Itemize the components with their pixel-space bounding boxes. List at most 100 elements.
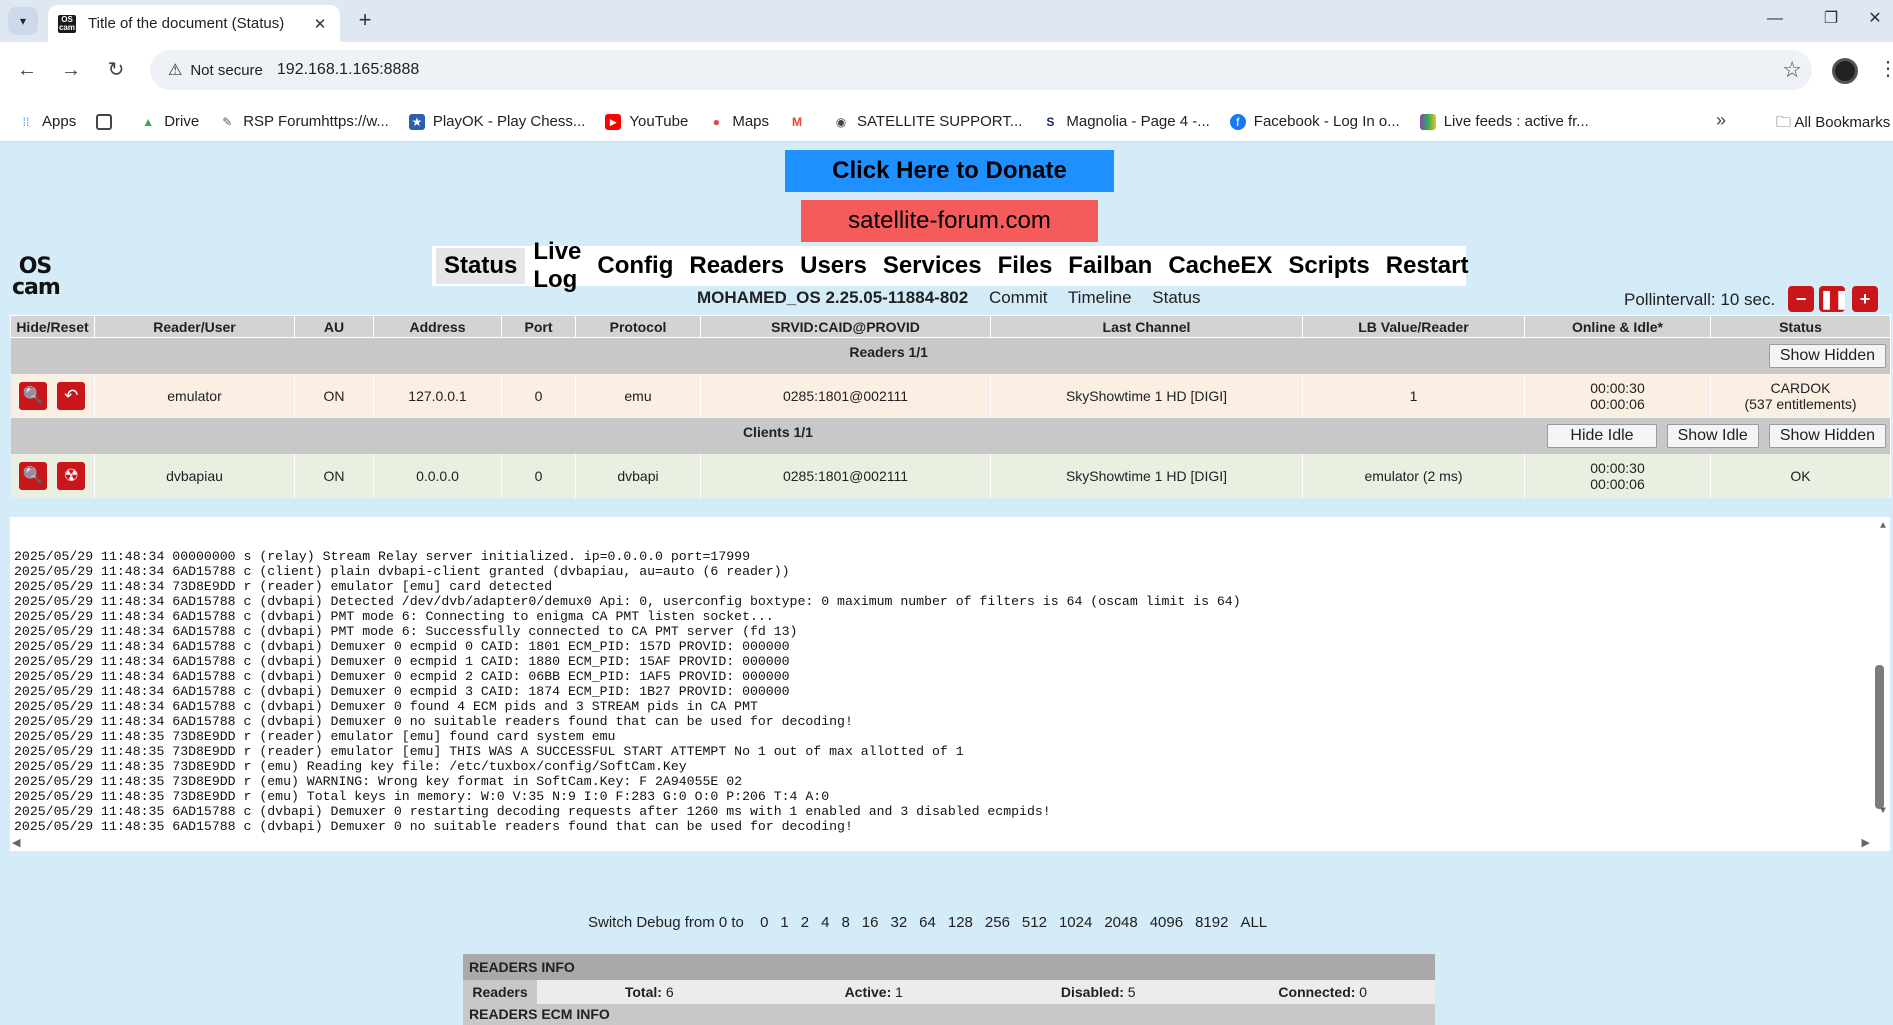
browser-toolbar: ← → ↻ ⚠ Not secure 192.168.1.165:8888 ☆ … (0, 42, 1893, 102)
bookmark-star-icon[interactable]: ☆ (1782, 57, 1802, 83)
debug-level-link[interactable]: 512 (1022, 914, 1047, 931)
poll-pause-button[interactable]: ❚❚ (1819, 286, 1849, 312)
more-bookmarks-icon[interactable]: » (1716, 110, 1726, 131)
scroll-right-icon[interactable]: ▶ (1862, 836, 1870, 849)
facebook-icon: f (1229, 113, 1246, 130)
menu-restart[interactable]: Restart (1378, 248, 1477, 284)
poll-interval: Pollintervall: 10 sec. (1624, 290, 1776, 309)
hide-idle-button[interactable]: Hide Idle (1547, 423, 1657, 448)
reader-address: 127.0.0.1 (373, 373, 502, 418)
address-bar[interactable]: ⚠ Not secure 192.168.1.165:8888 ☆ (150, 50, 1812, 90)
bookmark-drive[interactable]: ▲ Drive (140, 113, 199, 130)
bookmark-magnolia[interactable]: S Magnolia - Page 4 -... (1042, 113, 1209, 130)
debug-level-link[interactable]: 8 (841, 914, 849, 931)
debug-level-link[interactable]: 4 (821, 914, 829, 931)
forward-button[interactable]: → (56, 55, 86, 85)
debug-level-link[interactable]: 2 (801, 914, 809, 931)
bookmark-apps[interactable]: ⁞⁞ Apps (18, 113, 77, 130)
menu-failban[interactable]: Failban (1060, 248, 1160, 284)
bookmark-playok[interactable]: ★ PlayOK - Play Chess... (408, 113, 585, 130)
debug-level-link[interactable]: 8192 (1195, 914, 1228, 931)
reader-name[interactable]: emulator (94, 373, 295, 418)
client-name[interactable]: dvbapiau (94, 453, 295, 498)
donate-banner[interactable]: Click Here to Donate (785, 150, 1114, 192)
poll-decrease-button[interactable]: − (1788, 286, 1814, 312)
debug-level-link[interactable]: ALL (1240, 914, 1267, 931)
bookmark-live-feeds[interactable]: Live feeds : active fr... (1419, 113, 1589, 130)
menu-readers[interactable]: Readers (681, 248, 792, 284)
debug-level-link[interactable]: 16 (862, 914, 879, 931)
new-tab-button[interactable]: + (350, 6, 380, 36)
forum-banner[interactable]: satellite-forum.com (801, 200, 1098, 242)
readers-info-title: READERS INFO (463, 954, 1435, 980)
status-link[interactable]: Status (1152, 288, 1200, 307)
url-text[interactable]: 192.168.1.165:8888 (277, 61, 419, 79)
menu-scripts[interactable]: Scripts (1280, 248, 1377, 284)
debug-level-link[interactable]: 128 (948, 914, 973, 931)
reader-reset-icon[interactable]: ↶ (57, 381, 86, 410)
all-bookmarks-button[interactable]: 🗀 All Bookmarks (1776, 112, 1890, 137)
profile-avatar[interactable] (1832, 58, 1858, 84)
reload-button[interactable]: ↻ (101, 55, 131, 85)
col-srvid: SRVID:CAID@PROVID (700, 315, 991, 338)
active-tab[interactable]: OS cam Title of the document (Status) ✕ (48, 5, 340, 42)
debug-level-link[interactable]: 64 (919, 914, 936, 931)
close-tab-icon[interactable]: ✕ (310, 15, 330, 33)
reader-details-search-icon[interactable]: 🔍 (19, 381, 48, 410)
poll-increase-button[interactable]: + (1852, 286, 1878, 312)
readers-info-row: Readers Total: 6 Active: 1 Disabled: 5 C… (463, 980, 1435, 1004)
bookmark-tab-groups[interactable] (96, 113, 120, 130)
debug-level-link[interactable]: 0 (760, 914, 768, 931)
col-online-idle: Online & Idle* (1524, 315, 1711, 338)
magnolia-icon: S (1046, 114, 1055, 129)
log-scrollbar[interactable]: ▲ ▼ (1874, 517, 1888, 835)
minimize-button[interactable]: — (1752, 4, 1798, 34)
close-window-button[interactable]: ✕ (1852, 4, 1893, 34)
back-button[interactable]: ← (12, 55, 42, 85)
scroll-left-icon[interactable]: ◀ (12, 836, 20, 849)
log-scroll-thumb[interactable] (1875, 665, 1884, 809)
playok-icon: ★ (408, 113, 425, 130)
reader-srvid: 0285:1801@002111 (700, 373, 991, 418)
debug-level-link[interactable]: 4096 (1150, 914, 1183, 931)
maps-icon: ● (712, 114, 720, 129)
scroll-down-icon[interactable]: ▼ (1880, 804, 1886, 819)
browser-menu-icon[interactable]: ⋮ (1878, 56, 1893, 81)
client-kill-radiation-icon[interactable]: ☢ (57, 461, 86, 490)
bookmark-maps[interactable]: ● Maps (708, 113, 769, 130)
debug-level-link[interactable]: 256 (985, 914, 1010, 931)
apps-grid-icon: ⁞⁞ (22, 114, 30, 129)
table-row: 🔍 ☢ dvbapiau ON 0.0.0.0 0 dvbapi 0285:180… (10, 453, 1891, 498)
tab-search-button[interactable]: ▾ (8, 7, 38, 35)
clients-show-hidden-button[interactable]: Show Hidden (1768, 423, 1886, 448)
menu-status[interactable]: Status (436, 248, 526, 284)
restore-button[interactable]: ❐ (1808, 4, 1854, 34)
menu-files[interactable]: Files (990, 248, 1061, 284)
bookmark-rsp-forum[interactable]: ✎ RSP Forumhttps://w... (219, 113, 389, 130)
scroll-up-icon[interactable]: ▲ (1880, 519, 1886, 534)
debug-level-link[interactable]: 32 (890, 914, 907, 931)
bookmark-satellite-support[interactable]: ◉ SATELLITE SUPPORT... (833, 113, 1023, 130)
security-indicator[interactable]: Not secure (190, 62, 263, 79)
server-version: MOHAMED_OS 2.25.05-11884-802 (697, 288, 969, 307)
bookmark-facebook[interactable]: f Facebook - Log In o... (1229, 113, 1400, 130)
debug-level-link[interactable]: 2048 (1104, 914, 1137, 931)
commit-link[interactable]: Commit (989, 288, 1048, 307)
menu-live-log[interactable]: Live Log (525, 234, 589, 298)
client-details-search-icon[interactable]: 🔍 (19, 461, 48, 490)
timeline-link[interactable]: Timeline (1068, 288, 1132, 307)
menu-services[interactable]: Services (875, 248, 990, 284)
bookmark-youtube[interactable]: ▶ YouTube (605, 113, 688, 130)
live-log-panel[interactable]: 2025/05/29 11:48:34 00000000 s (relay) S… (10, 517, 1890, 835)
menu-cacheex[interactable]: CacheEX (1160, 248, 1280, 284)
log-horizontal-scrollbar[interactable]: ◀ ▶ (10, 835, 1890, 851)
menu-config[interactable]: Config (589, 248, 681, 284)
readers-show-hidden-button[interactable]: Show Hidden (1768, 343, 1886, 368)
debug-level-link[interactable]: 1 (780, 914, 788, 931)
warning-triangle-icon[interactable]: ⚠ (168, 60, 182, 80)
bookmark-gmail[interactable]: M (789, 114, 813, 130)
debug-level-link[interactable]: 1024 (1059, 914, 1092, 931)
menu-users[interactable]: Users (792, 248, 875, 284)
show-idle-button[interactable]: Show Idle (1666, 423, 1759, 448)
server-info: MOHAMED_OS 2.25.05-11884-802 Commit Time… (697, 288, 1216, 308)
